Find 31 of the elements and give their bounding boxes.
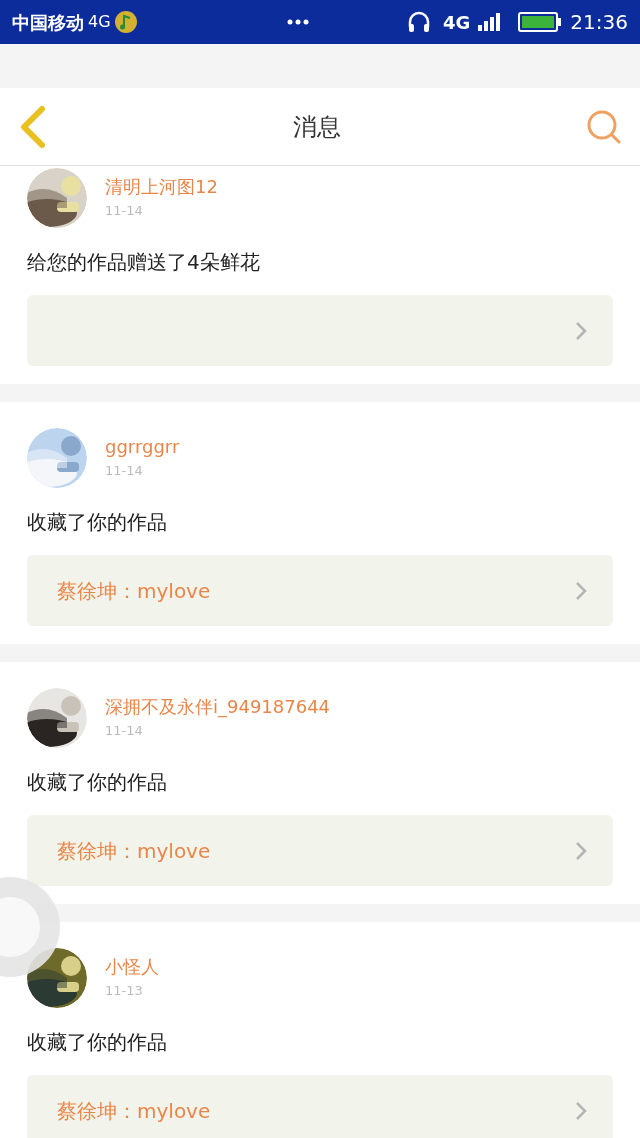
dots-icon: [286, 19, 309, 25]
music-app-icon: [114, 11, 137, 33]
message-text: 给您的作品赠送了4朵鲜花: [27, 249, 261, 276]
carrier-name: 中国移动: [12, 10, 84, 35]
message-date: 11-14: [105, 722, 144, 740]
signal-icon: [478, 13, 503, 31]
search-icon[interactable]: [586, 108, 622, 145]
message-date: 11-13: [105, 982, 144, 1000]
network-type: 4G: [443, 10, 471, 35]
chevron-icon: [575, 320, 587, 341]
clock: 21:36: [570, 9, 628, 36]
work-link[interactable]: 蔡徐坤：mylove: [27, 1075, 613, 1138]
user-name[interactable]: ggrrggrr: [105, 436, 180, 458]
headphones-icon: [407, 11, 432, 33]
message-text: 收藏了你的作品: [27, 1029, 168, 1056]
message-text: 收藏了你的作品: [27, 769, 168, 796]
page-title: 消息: [293, 111, 341, 143]
message-text: 收藏了你的作品: [27, 509, 168, 536]
back-icon[interactable]: [18, 104, 48, 149]
network-type: 4G: [88, 11, 111, 33]
chevron-icon: [575, 840, 587, 861]
battery-icon: [518, 11, 563, 33]
message-date: 11-14: [105, 202, 144, 220]
work-link[interactable]: 蔡徐坤：mylove: [27, 555, 613, 626]
work-link[interactable]: 蔡徐坤：mylove: [27, 815, 613, 886]
user-name[interactable]: 小怪人: [105, 956, 159, 978]
chevron-icon: [575, 580, 587, 601]
user-name[interactable]: 深拥不及永伴i_949187644: [105, 696, 331, 718]
user-name[interactable]: 清明上河图12: [105, 176, 218, 198]
message-date: 11-14: [105, 462, 144, 480]
chevron-icon: [575, 1100, 587, 1121]
